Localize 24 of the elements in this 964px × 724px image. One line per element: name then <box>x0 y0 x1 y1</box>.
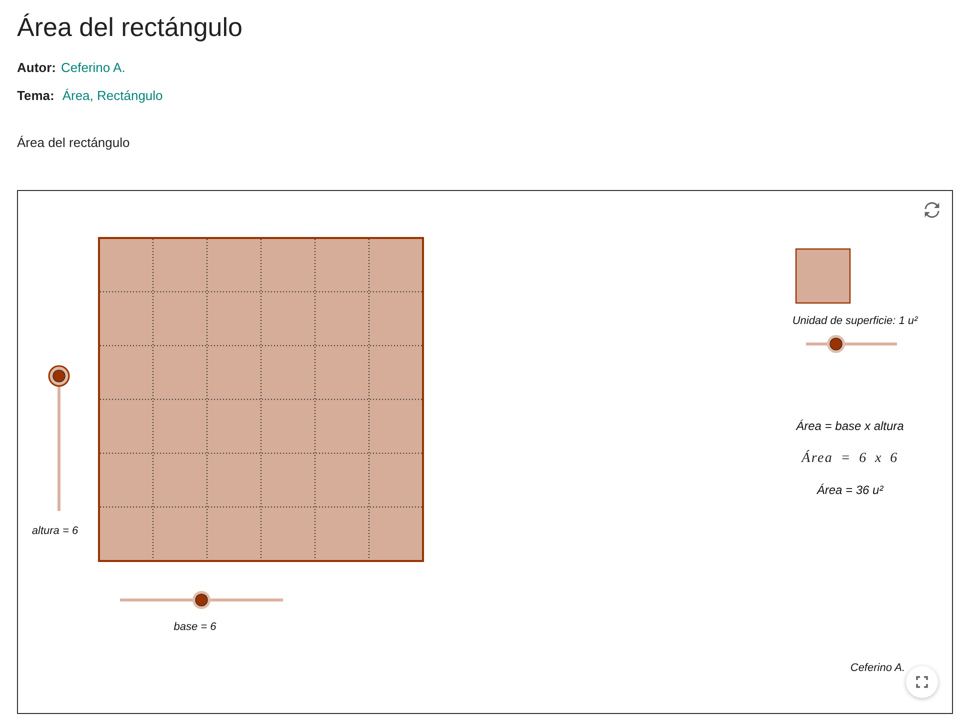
fullscreen-icon <box>916 676 928 688</box>
author-link[interactable]: Ceferino A. <box>61 58 126 78</box>
author-label: Autor: <box>17 59 56 77</box>
slider-thumb[interactable] <box>192 591 210 609</box>
altura-label: altura = 6 <box>32 525 78 537</box>
unit-slider[interactable] <box>806 335 897 353</box>
altura-slider[interactable] <box>48 365 70 511</box>
fullscreen-button[interactable] <box>906 666 938 698</box>
base-label: base = 6 <box>174 621 216 633</box>
formula-text: Área = base x altura <box>796 419 904 433</box>
formula-text: Área = 6 x 6 <box>802 451 898 466</box>
page-title: Área del rectángulo <box>17 11 244 43</box>
reset-button[interactable] <box>922 200 942 220</box>
unit-label: Unidad de superficie: 1 u² <box>792 315 918 327</box>
base-slider[interactable] <box>120 591 283 609</box>
description-text: Área del rectángulo <box>17 134 131 152</box>
credit-text: Ceferino A. <box>850 662 905 674</box>
unit-square <box>795 248 851 304</box>
slider-thumb[interactable] <box>48 365 70 387</box>
formula-text: Área = 36 u² <box>816 483 884 497</box>
reset-icon <box>923 201 941 219</box>
topic-label: Tema: <box>17 87 54 105</box>
topic-link[interactable]: Área, Rectángulo <box>62 86 163 106</box>
slider-thumb[interactable] <box>827 335 846 353</box>
